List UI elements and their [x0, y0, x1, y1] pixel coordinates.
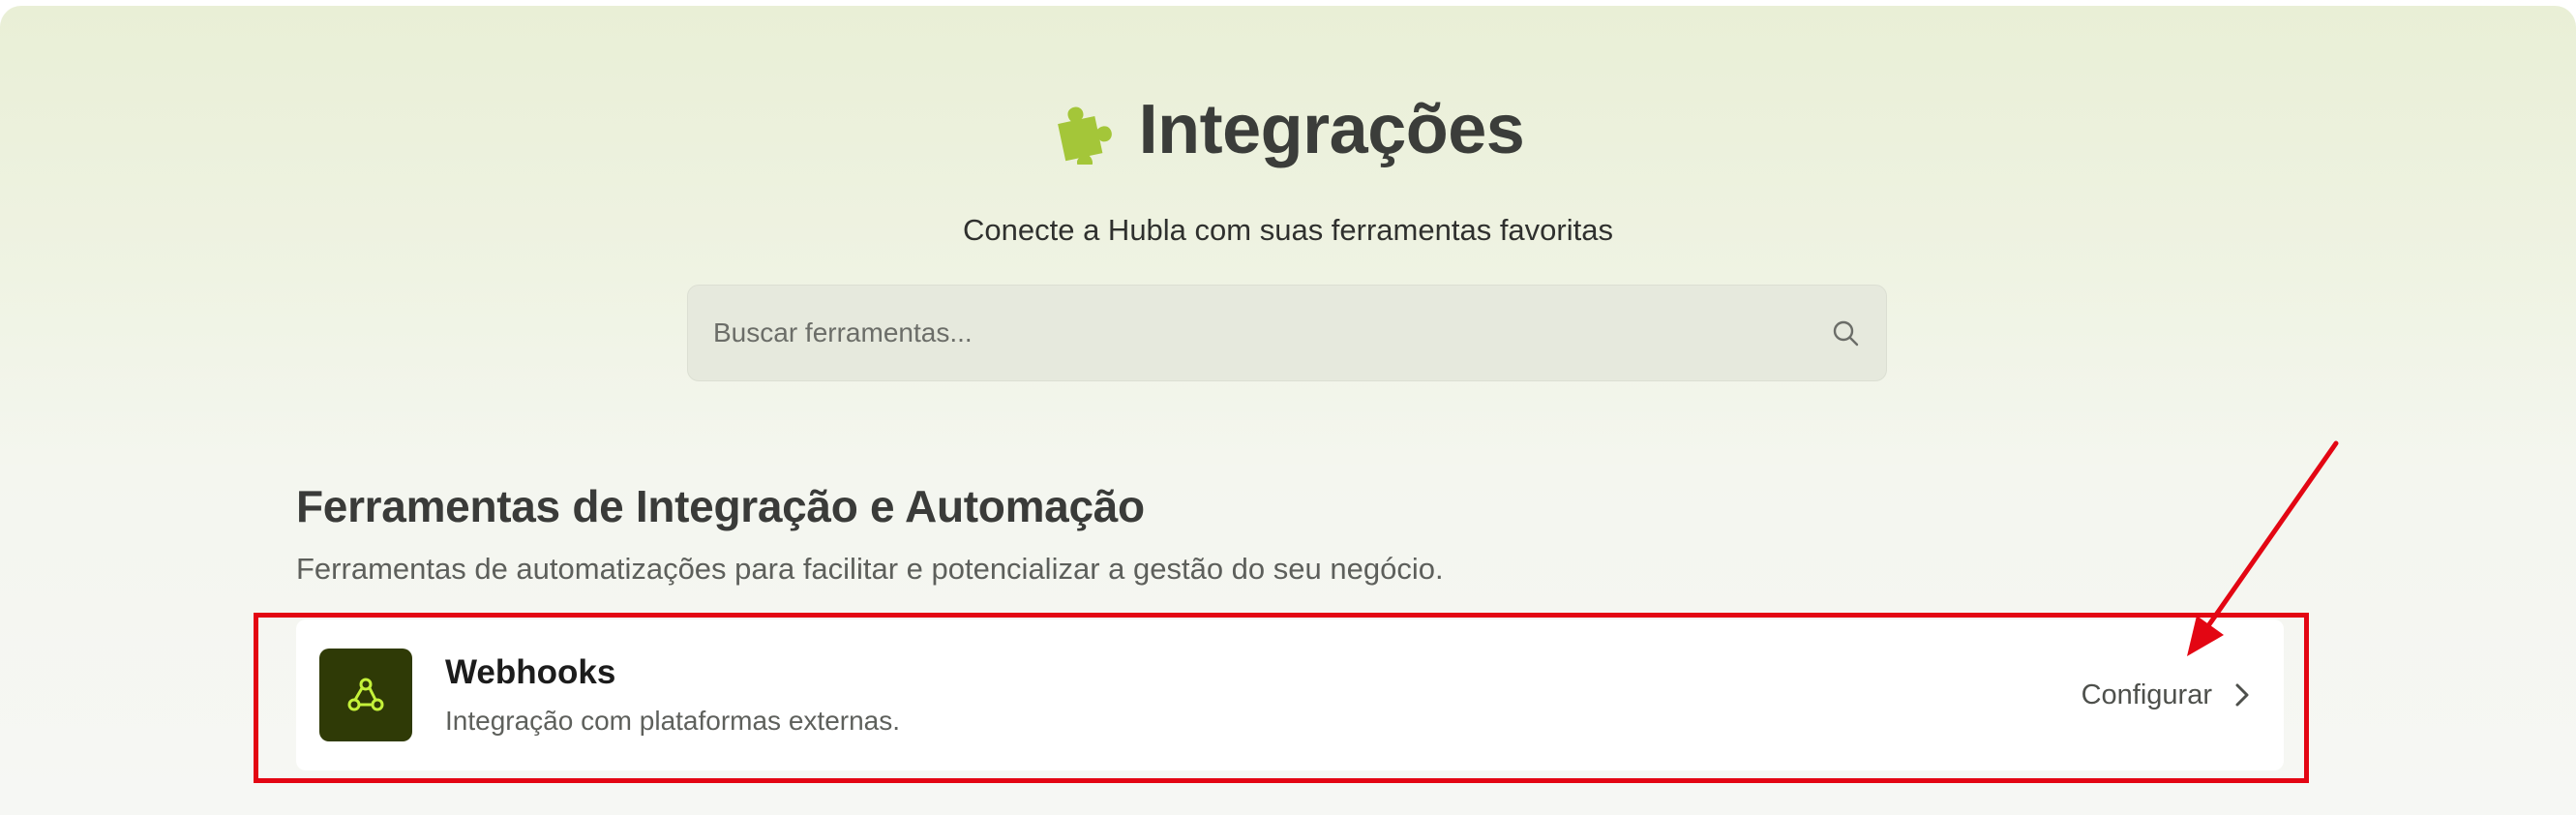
puzzle-piece-icon [1057, 106, 1112, 165]
search-icon[interactable] [1830, 317, 1861, 348]
highlight-annotation-box [254, 613, 2309, 783]
page-subtitle: Conecte a Hubla com suas ferramentas fav… [963, 213, 1613, 247]
page-header: Integrações [0, 95, 2576, 165]
page-title: Integrações [1138, 91, 1525, 168]
search-bar[interactable] [687, 285, 1887, 381]
section-title: Ferramentas de Integração e Automação [296, 481, 1145, 531]
search-input[interactable] [713, 317, 1830, 348]
section-description: Ferramentas de automatizações para facil… [296, 552, 1444, 586]
annotation-arrow [2187, 440, 2339, 656]
